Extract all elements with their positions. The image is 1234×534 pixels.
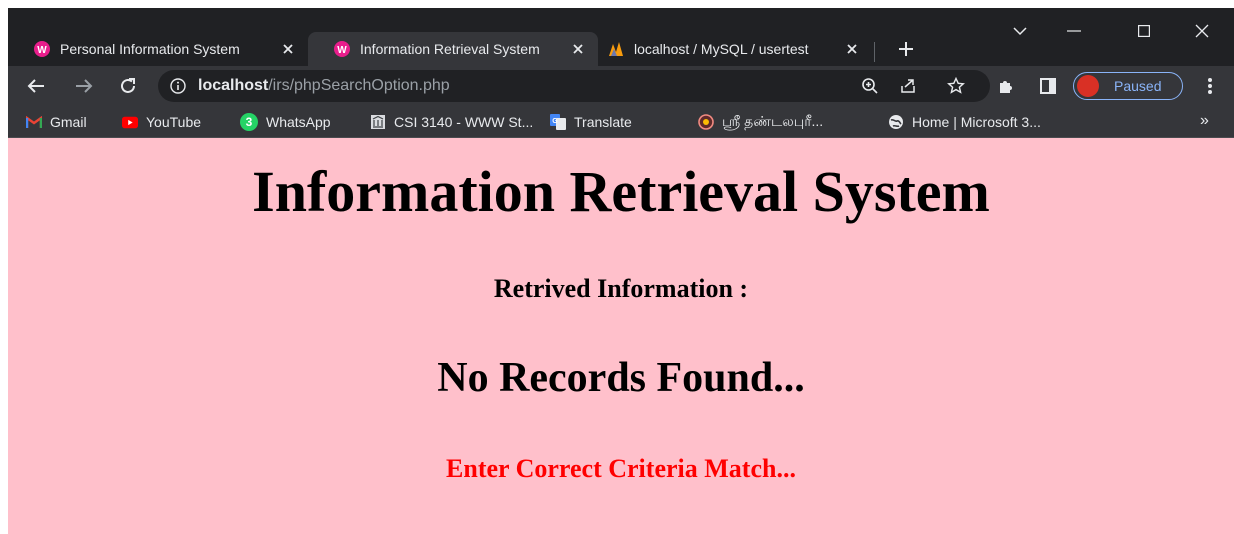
minimize-button[interactable] (1054, 16, 1094, 46)
gmail-icon (26, 114, 42, 130)
share-icon[interactable] (898, 76, 918, 96)
bookmark-microsoft[interactable]: Home | Microsoft 3... (888, 112, 1041, 132)
wamp-favicon-icon: W (334, 41, 350, 57)
tab-title: localhost / MySQL / usertest (634, 41, 809, 57)
back-button[interactable] (24, 74, 48, 98)
address-bar[interactable]: localhost/irs/phpSearchOption.php (158, 70, 990, 102)
close-tab-icon[interactable] (278, 39, 298, 59)
avatar (1077, 75, 1099, 97)
page-title: Information Retrieval System (252, 159, 990, 224)
tab-personal-information[interactable]: W Personal Information System (8, 32, 308, 66)
section-heading: Retrived Information : (493, 274, 749, 303)
more-menu-icon[interactable] (1198, 74, 1222, 98)
whatsapp-icon: 3 (240, 113, 258, 131)
wamp-favicon-icon: W (34, 41, 50, 57)
url-text[interactable]: localhost/irs/phpSearchOption.php (198, 77, 450, 95)
bookmark-tamil-site[interactable]: ஸ்ரீ தண்டலபுரீ... (698, 112, 823, 132)
close-window-button[interactable] (1182, 16, 1222, 46)
close-tab-icon[interactable] (842, 39, 862, 59)
translate-icon: G (550, 114, 566, 130)
reload-button[interactable] (116, 74, 140, 98)
tab-title: Information Retrieval System (360, 41, 540, 57)
new-tab-button[interactable] (893, 36, 919, 62)
bookmark-whatsapp[interactable]: 3 WhatsApp (240, 112, 331, 132)
bookmark-csi3140[interactable]: CSI 3140 - WWW St... (370, 112, 533, 132)
globe-orange-icon (698, 114, 714, 130)
url-host: localhost (198, 77, 269, 94)
profile-status: Paused (1114, 78, 1162, 94)
building-icon (370, 114, 386, 130)
maximize-button[interactable] (1124, 16, 1164, 46)
tab-separator (874, 42, 875, 62)
tab-phpmyadmin[interactable]: localhost / MySQL / usertest (582, 32, 872, 66)
tab-title: Personal Information System (60, 41, 240, 57)
svg-text:W: W (37, 45, 47, 56)
no-records-message: No Records Found... (437, 355, 805, 401)
more-bookmarks-icon[interactable]: » (1200, 112, 1209, 130)
bookmark-gmail[interactable]: Gmail (26, 112, 87, 132)
profile-button[interactable]: Paused (1073, 72, 1183, 100)
youtube-icon (122, 114, 138, 130)
zoom-icon[interactable] (860, 76, 880, 96)
extensions-puzzle-icon[interactable] (994, 74, 1018, 98)
svg-text:G: G (552, 118, 558, 125)
bookmark-star-icon[interactable] (946, 76, 966, 96)
bookmark-youtube[interactable]: YouTube (122, 112, 201, 132)
browser-window: W Personal Information System W Informat… (8, 8, 1234, 534)
url-path: /irs/phpSearchOption.php (268, 77, 450, 94)
browser-toolbar: localhost/irs/phpSearchOption.php Paused (8, 66, 1234, 106)
globe-icon (888, 114, 904, 130)
tab-search-icon[interactable] (1000, 16, 1040, 46)
bookmarks-bar: Gmail YouTube 3 WhatsApp CSI 3140 - WWW … (8, 106, 1234, 138)
page-content: Information Retrieval System Retrived In… (8, 138, 1234, 534)
info-icon[interactable] (170, 78, 186, 94)
error-hint: Enter Correct Criteria Match... (446, 454, 796, 483)
phpmyadmin-favicon-icon (609, 42, 623, 56)
side-panel-icon[interactable] (1036, 74, 1060, 98)
tab-information-retrieval[interactable]: W Information Retrieval System (308, 32, 598, 66)
svg-text:W: W (337, 45, 347, 56)
forward-button[interactable] (72, 74, 96, 98)
bookmark-translate[interactable]: G Translate (550, 112, 632, 132)
